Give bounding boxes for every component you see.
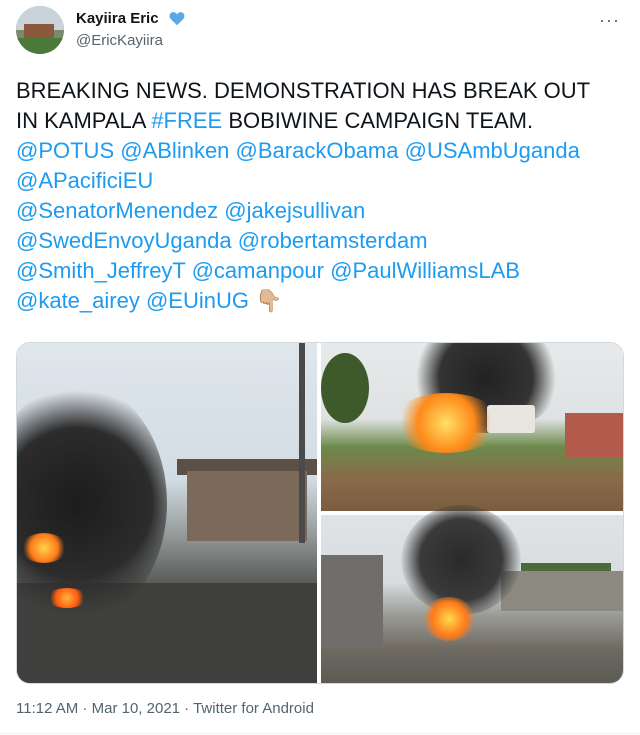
tweet-time[interactable]: 11:12 AM [16,700,78,717]
tweet-header: Kayiira Eric @EricKayiira ··· [16,6,624,58]
mention-link[interactable]: @Smith_JeffreyT [16,258,185,283]
tweet-line: BREAKING NEWS. DEMONSTRATION HAS BREAK O… [16,76,626,106]
blue-heart-icon [169,12,185,26]
mention-link[interactable]: @POTUS [16,138,114,163]
hashtag-link[interactable]: #FREE [151,108,222,133]
tweet-source[interactable]: Twitter for Android [193,700,314,717]
mention-link[interactable]: @kate_airey [16,288,140,313]
tweet-text: BREAKING NEWS. DEMONSTRATION HAS BREAK O… [16,76,626,316]
author-name[interactable]: Kayiira Eric [76,10,159,27]
avatar[interactable] [16,6,64,54]
mention-link[interactable]: @camanpour [192,258,324,283]
footer-separator: · [78,700,92,717]
mention-link[interactable]: @APacificiEU [16,168,153,193]
mention-link[interactable]: @USAmbUganda [405,138,580,163]
tweet-text-segment: BOBIWINE CAMPAIGN TEAM. [222,108,534,133]
author-handle[interactable]: @EricKayiira [76,32,163,49]
footer-separator: · [180,700,194,717]
media-image-2[interactable] [321,343,623,511]
tweet-text-segment: 👇🏼 [249,288,283,313]
mention-link[interactable]: @SwedEnvoyUganda [16,228,232,253]
mention-link[interactable]: @ABlinken [120,138,229,163]
media-grid [16,342,624,684]
tweet-line: @kate_airey @EUinUG 👇🏼 [16,286,626,316]
tweet-text-segment: BREAKING NEWS. DEMONSTRATION HAS BREAK O… [16,78,591,103]
more-options-icon[interactable]: ··· [599,10,620,31]
tweet-text-segment: IN KAMPALA [16,108,152,133]
tweet-line: @Smith_JeffreyT @camanpour @PaulWilliams… [16,256,626,286]
mention-link[interactable]: @BarackObama [236,138,399,163]
mention-link[interactable]: @SenatorMenendez [16,198,218,223]
tweet-footer: 11:12 AM · Mar 10, 2021 · Twitter for An… [16,700,314,717]
mention-link[interactable]: @EUinUG [146,288,249,313]
mention-link[interactable]: @robertamsterdam [238,228,428,253]
tweet-date[interactable]: Mar 10, 2021 [92,700,180,717]
tweet-line: IN KAMPALA #FREE BOBIWINE CAMPAIGN TEAM. [16,106,626,136]
media-image-1[interactable] [17,343,317,683]
tweet-line: @SwedEnvoyUganda @robertamsterdam [16,226,626,256]
divider [0,733,640,734]
media-image-3[interactable] [321,505,623,683]
tweet-line: @POTUS @ABlinken @BarackObama @USAmbUgan… [16,136,626,166]
mention-link[interactable]: @PaulWilliamsLAB [330,258,520,283]
tweet-line: @SenatorMenendez @jakejsullivan [16,196,626,226]
tweet-line: @APacificiEU [16,166,626,196]
mention-link[interactable]: @jakejsullivan [224,198,365,223]
